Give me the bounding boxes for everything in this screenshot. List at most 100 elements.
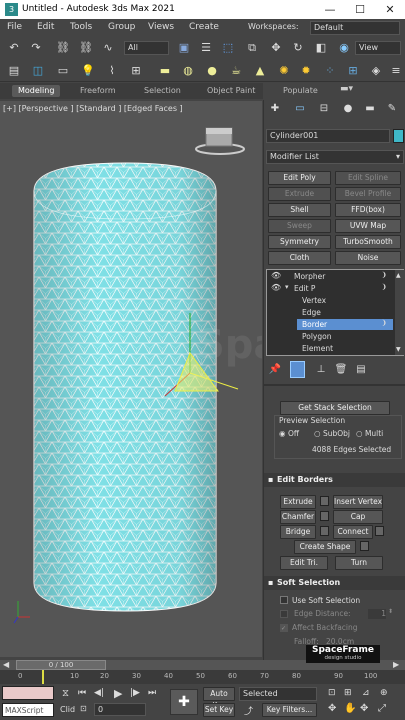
workspaces-dropdown[interactable]: Default: [310, 21, 400, 35]
go-to-end-icon[interactable]: ⏭: [148, 688, 156, 698]
tab-freeform[interactable]: Freeform: [80, 85, 116, 97]
get-stack-selection-button[interactable]: Get Stack Selection: [280, 401, 390, 415]
spinner-icon[interactable]: ⬍: [388, 608, 393, 615]
configure-sets-icon[interactable]: ▤: [354, 363, 368, 377]
tab-modeling[interactable]: Modeling: [12, 85, 61, 97]
object-color-swatch[interactable]: [393, 129, 404, 143]
scale-icon[interactable]: ◧: [313, 40, 329, 56]
display-tab-icon[interactable]: ▬: [363, 102, 377, 116]
sun-icon[interactable]: ✺: [276, 63, 292, 79]
teapot-icon[interactable]: ☕: [228, 63, 244, 79]
extrude-button[interactable]: Extrude: [280, 495, 316, 509]
affect-backfacing-checkbox[interactable]: ✓: [280, 624, 288, 632]
play-icon[interactable]: ▶: [114, 687, 122, 700]
close-button[interactable]: ✕: [375, 0, 405, 19]
zoom-all-icon[interactable]: ⊞: [344, 688, 352, 698]
scatter-icon[interactable]: ⁘: [322, 63, 338, 79]
scroll-up-icon[interactable]: ▲: [396, 272, 401, 279]
modifier-stack[interactable]: 👁 Morpher ❩ 👁 ▾ Edit P ❩ Vertex Edge Bor…: [266, 269, 404, 356]
sphere-icon[interactable]: ●: [204, 63, 220, 79]
edge-distance-value[interactable]: 1: [368, 609, 386, 619]
bridge-settings-icon[interactable]: [320, 526, 329, 536]
subobject-vertex[interactable]: Vertex: [267, 295, 393, 306]
scene-explorer-icon[interactable]: ▤: [6, 63, 22, 79]
bevel-profile-button[interactable]: Bevel Profile: [335, 187, 401, 201]
radio-multi[interactable]: ○ Multi: [356, 429, 383, 438]
layer-explorer-icon[interactable]: ◫: [30, 63, 46, 79]
link-icon[interactable]: ⛓: [55, 40, 71, 56]
viewcube[interactable]: [195, 127, 245, 155]
create-shape-button[interactable]: Create Shape: [294, 540, 356, 554]
cone-icon[interactable]: ▲: [252, 63, 268, 79]
array-icon[interactable]: ⊞: [345, 63, 361, 79]
pin-stack-icon[interactable]: 📌: [268, 363, 282, 377]
remove-modifier-icon[interactable]: 🗑: [334, 363, 348, 377]
menu-views[interactable]: Views: [148, 22, 174, 32]
reference-coordinate-dropdown[interactable]: View: [355, 41, 401, 55]
select-place-icon[interactable]: ◉: [336, 40, 352, 56]
set-key-big-button[interactable]: ✚: [170, 689, 198, 715]
chamfer-settings-icon[interactable]: [320, 511, 329, 521]
use-soft-selection-checkbox[interactable]: [280, 596, 288, 604]
toggle-ribbon-icon[interactable]: ▭: [55, 63, 71, 79]
selection-filter-dropdown[interactable]: All: [124, 41, 169, 55]
subobject-polygon[interactable]: Polygon: [267, 331, 393, 342]
set-key-button[interactable]: Set Key: [203, 703, 235, 717]
edit-spline-button[interactable]: Edit Spline: [335, 171, 401, 185]
stack-scrollbar[interactable]: ▲ ▼: [395, 270, 404, 355]
cylinder-icon[interactable]: ◍: [180, 63, 196, 79]
app-icon[interactable]: 3: [5, 3, 18, 16]
edge-distance-checkbox[interactable]: [280, 610, 288, 618]
turn-button[interactable]: Turn: [335, 556, 383, 570]
more-tools-icon[interactable]: ≡: [388, 63, 404, 79]
ffd-box-button[interactable]: FFD(box): [335, 203, 401, 217]
make-unique-icon[interactable]: ⊥: [314, 363, 328, 377]
noise-button[interactable]: Noise: [335, 251, 401, 265]
zoom-icon[interactable]: ✥: [360, 703, 368, 714]
selected-dropdown[interactable]: Selected: [239, 687, 317, 701]
menu-tools[interactable]: Tools: [70, 22, 92, 32]
tab-selection[interactable]: Selection: [144, 85, 181, 97]
uvw-map-button[interactable]: UVW Map: [335, 219, 401, 233]
subobject-border[interactable]: Border: [297, 319, 393, 330]
walk-through-icon[interactable]: ⊕: [380, 688, 388, 698]
insert-vertex-button[interactable]: Insert Vertex: [333, 495, 383, 509]
current-frame-field[interactable]: 0: [94, 703, 146, 716]
motion-tab-icon[interactable]: ●: [341, 102, 355, 116]
window-crossing-icon[interactable]: ⧉: [244, 40, 260, 56]
maximize-viewport-icon[interactable]: ⤢: [378, 703, 386, 714]
next-frame-icon[interactable]: ▶: [393, 660, 399, 669]
pan-icon[interactable]: ✋: [344, 703, 356, 714]
create-shape-settings-icon[interactable]: [360, 541, 369, 551]
radio-off[interactable]: ◉ Off: [279, 429, 299, 438]
maxscript-listener[interactable]: [2, 686, 54, 700]
move-icon[interactable]: ✥: [268, 40, 284, 56]
menu-file[interactable]: File: [7, 22, 22, 32]
render-icon[interactable]: ◈: [368, 63, 384, 79]
symmetry-button[interactable]: Symmetry: [268, 235, 331, 249]
time-config-icon[interactable]: ⊡: [80, 704, 87, 713]
utilities-tab-icon[interactable]: ✎: [385, 102, 399, 116]
minimize-button[interactable]: —: [315, 0, 345, 19]
select-object-icon[interactable]: ▣: [176, 40, 192, 56]
stack-item-edit-poly[interactable]: Edit P: [267, 283, 393, 294]
redo-icon[interactable]: ↷: [28, 40, 44, 56]
select-by-name-icon[interactable]: ☰: [198, 40, 214, 56]
prev-key-icon[interactable]: ◀|: [94, 688, 104, 698]
sweep-button[interactable]: Sweep: [268, 219, 331, 233]
auto-key-button[interactable]: Auto Key: [203, 687, 235, 710]
cloth-button[interactable]: Cloth: [268, 251, 331, 265]
menu-create[interactable]: Create: [189, 22, 219, 32]
modify-tab-icon[interactable]: ▭: [293, 102, 307, 116]
prev-frame-icon[interactable]: ◀: [3, 660, 9, 669]
turbosmooth-button[interactable]: TurboSmooth: [335, 235, 401, 249]
unlink-icon[interactable]: ⛓: [78, 40, 94, 56]
extrude-modifier-button[interactable]: Extrude: [268, 187, 331, 201]
chamfer-button[interactable]: Chamfer: [280, 510, 316, 524]
cap-button[interactable]: Cap: [333, 510, 383, 524]
next-key-icon[interactable]: |▶: [130, 688, 140, 698]
hierarchy-tab-icon[interactable]: ⊟: [317, 102, 331, 116]
key-mode-icon[interactable]: ⧖: [62, 688, 69, 699]
show-end-result-icon[interactable]: [290, 361, 305, 378]
curve-editor-icon[interactable]: ⌇: [104, 63, 120, 79]
